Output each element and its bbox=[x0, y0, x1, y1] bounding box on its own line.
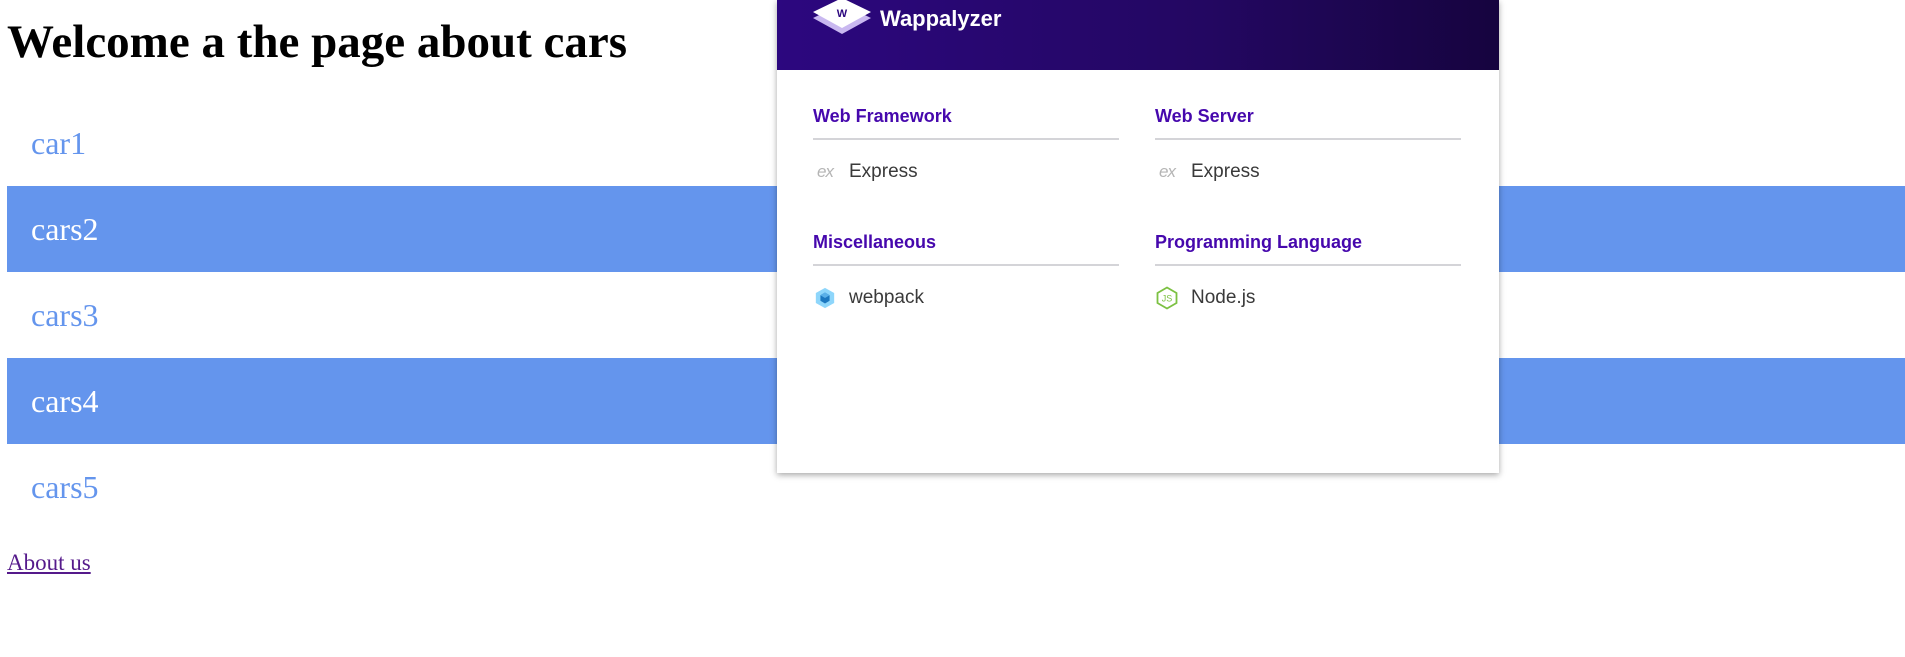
technology-name: webpack bbox=[849, 287, 924, 308]
wappalyzer-header: W Wappalyzer bbox=[777, 0, 1499, 70]
wappalyzer-logo-icon: W bbox=[813, 0, 871, 34]
category-web-server: Web Server ex Express bbox=[1155, 104, 1461, 184]
category-title[interactable]: Web Framework bbox=[813, 104, 1119, 140]
webpack-icon bbox=[813, 286, 837, 310]
technology-name: Express bbox=[849, 161, 918, 182]
technology-name: Node.js bbox=[1191, 287, 1256, 308]
svg-text:W: W bbox=[837, 8, 848, 20]
technology-item-webpack[interactable]: webpack bbox=[813, 286, 1119, 310]
category-programming-language: Programming Language JS Node.js bbox=[1155, 230, 1461, 310]
category-title[interactable]: Programming Language bbox=[1155, 230, 1461, 266]
category-miscellaneous: Miscellaneous webpack bbox=[813, 230, 1119, 310]
nodejs-icon: JS bbox=[1155, 286, 1179, 310]
technology-item-nodejs[interactable]: JS Node.js bbox=[1155, 286, 1461, 310]
page-title: Welcome a the page about cars bbox=[7, 16, 628, 68]
express-icon: ex bbox=[1159, 162, 1176, 181]
svg-text:JS: JS bbox=[1162, 294, 1173, 304]
category-title[interactable]: Miscellaneous bbox=[813, 230, 1119, 266]
express-icon: ex bbox=[817, 162, 834, 181]
wappalyzer-brand: Wappalyzer bbox=[880, 6, 1002, 31]
technology-item-express[interactable]: ex Express bbox=[813, 160, 1119, 184]
about-us-link[interactable]: About us bbox=[7, 550, 91, 576]
category-web-framework: Web Framework ex Express bbox=[813, 104, 1119, 184]
category-title[interactable]: Web Server bbox=[1155, 104, 1461, 140]
technology-item-express[interactable]: ex Express bbox=[1155, 160, 1461, 184]
wappalyzer-popup: W Wappalyzer Web Framework ex Express We… bbox=[777, 0, 1499, 473]
technology-name: Express bbox=[1191, 161, 1260, 182]
